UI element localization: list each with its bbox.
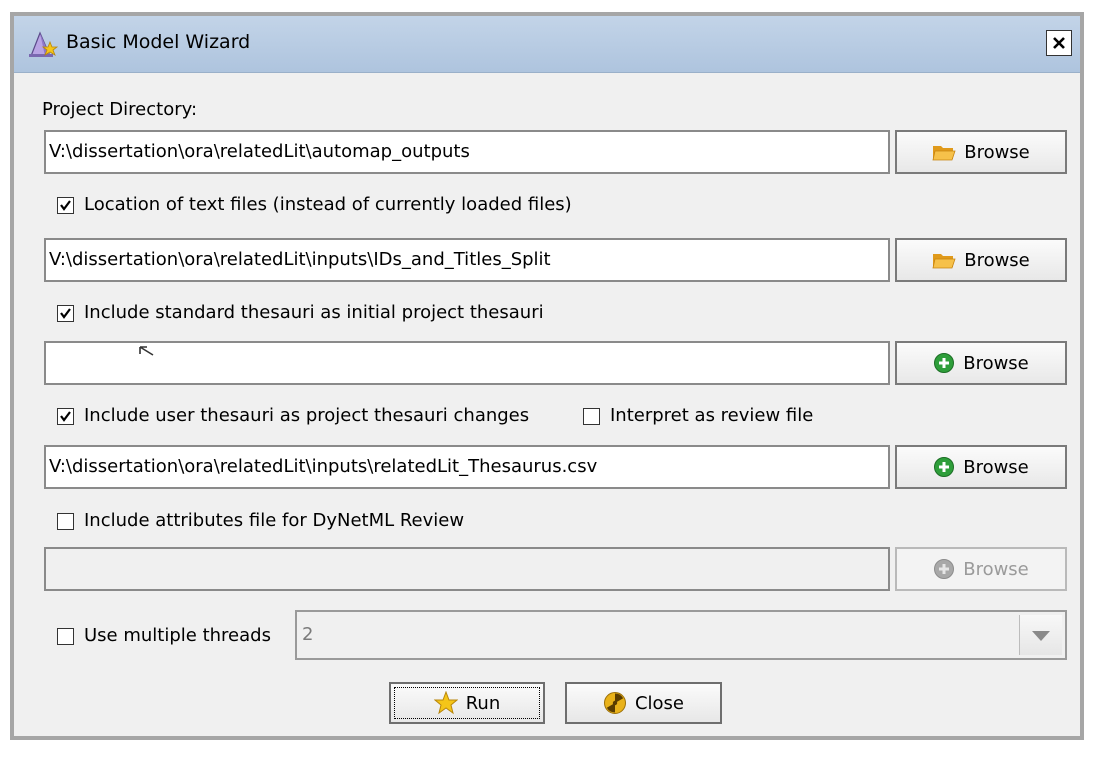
user-thesauri-label: Include user thesauri as project thesaur… [84, 405, 530, 426]
threads-dropdown-button[interactable] [1019, 615, 1062, 655]
threads-value: 2 [302, 624, 314, 645]
user-thesauri-field[interactable]: V:\dissertation\ora\relatedLit\inputs\re… [44, 445, 890, 489]
star-icon [433, 691, 458, 715]
threads-combobox[interactable]: 2 [295, 610, 1067, 660]
standard-thesauri-field[interactable] [44, 341, 890, 385]
basic-model-wizard-dialog: Basic Model Wizard Project Directory: V:… [10, 12, 1084, 740]
attributes-file-field[interactable] [44, 547, 890, 591]
text-files-field[interactable]: V:\dissertation\ora\relatedLit\inputs\ID… [44, 238, 890, 282]
browse-label: Browse [963, 456, 1029, 478]
project-directory-browse-button[interactable]: Browse [895, 130, 1067, 174]
add-disabled-icon [934, 559, 955, 579]
stop-icon [603, 692, 626, 714]
run-label: Run [465, 692, 501, 714]
wizard-hat-icon [28, 30, 59, 58]
standard-thesauri-checkbox[interactable] [57, 305, 74, 322]
text-files-checkbox[interactable] [57, 197, 74, 214]
attributes-file-checkbox[interactable] [57, 513, 74, 530]
run-button[interactable]: Run [389, 682, 545, 724]
title-bar[interactable]: Basic Model Wizard [14, 16, 1080, 73]
text-files-label: Location of text files (instead of curre… [84, 194, 572, 215]
browse-label: Browse [964, 249, 1030, 271]
close-label: Close [634, 692, 685, 714]
close-icon [1053, 37, 1065, 49]
attributes-file-label: Include attributes file for DyNetML Revi… [84, 510, 465, 531]
standard-thesauri-browse-button[interactable]: Browse [895, 341, 1067, 385]
browse-label: Browse [963, 352, 1029, 374]
review-file-checkbox[interactable] [583, 408, 600, 425]
close-button[interactable]: Close [565, 682, 722, 724]
attributes-file-browse-button[interactable]: Browse [895, 547, 1067, 591]
standard-thesauri-label: Include standard thesauri as initial pro… [84, 302, 544, 323]
green-plus-icon [934, 457, 955, 477]
green-plus-icon [934, 353, 955, 373]
mouse-cursor-icon [139, 346, 154, 356]
review-file-label: Interpret as review file [610, 405, 814, 426]
folder-icon [932, 146, 956, 161]
multiple-threads-label: Use multiple threads [84, 625, 271, 646]
project-directory-field[interactable]: V:\dissertation\ora\relatedLit\automap_o… [44, 130, 890, 174]
user-thesauri-checkbox[interactable] [57, 408, 74, 425]
user-thesauri-browse-button[interactable]: Browse [895, 445, 1067, 489]
chevron-down-icon [1032, 631, 1050, 641]
text-files-browse-button[interactable]: Browse [895, 238, 1067, 282]
multiple-threads-checkbox[interactable] [57, 628, 74, 645]
browse-label: Browse [964, 141, 1030, 163]
folder-icon [932, 254, 956, 269]
checkmark-icon [60, 200, 71, 211]
checkmark-icon [60, 411, 71, 422]
project-directory-label: Project Directory: [42, 99, 198, 120]
checkmark-icon [60, 308, 71, 319]
browse-label: Browse [963, 558, 1029, 580]
window-title: Basic Model Wizard [66, 31, 251, 53]
close-window-button[interactable] [1046, 30, 1072, 56]
